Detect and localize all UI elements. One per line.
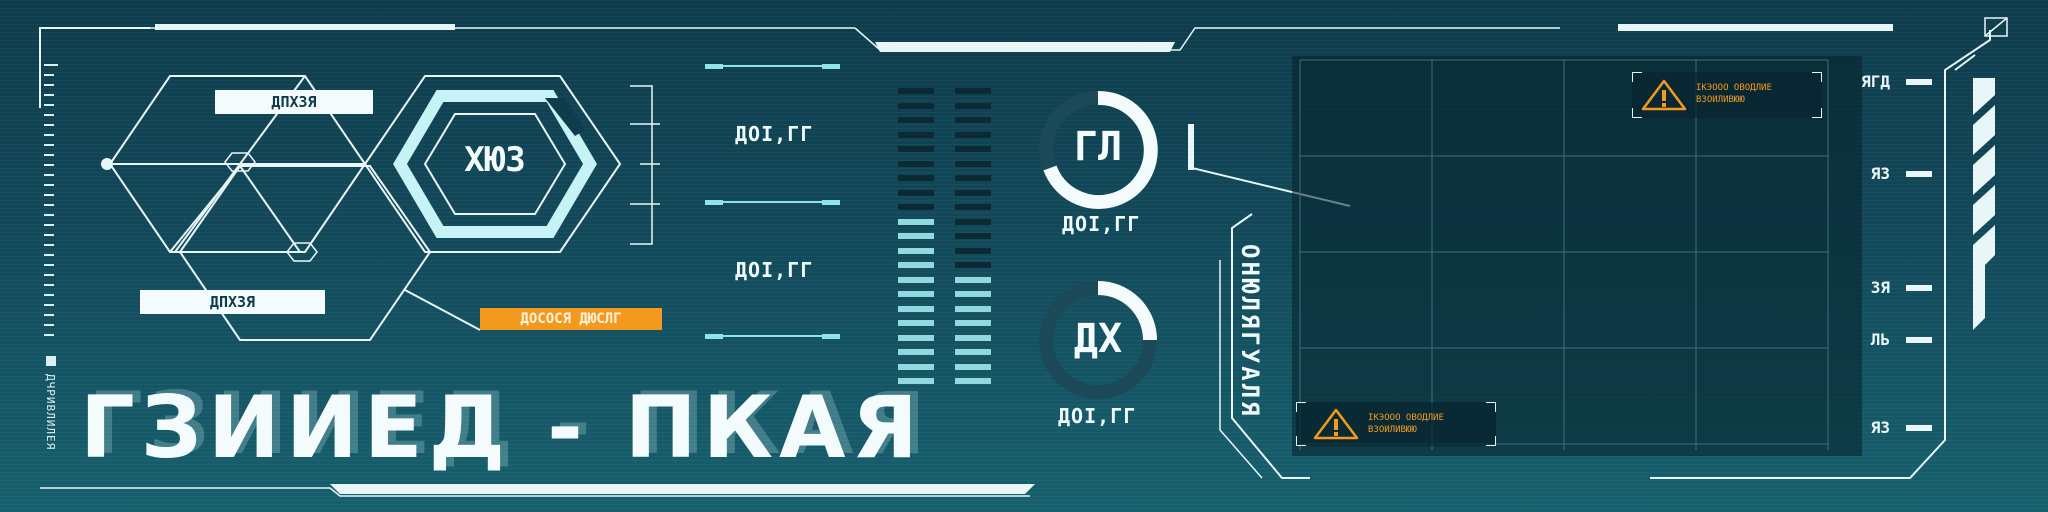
bar-segment: [955, 320, 991, 326]
bar-segment: [898, 247, 934, 254]
ring1-value: ГЛ: [1073, 124, 1123, 170]
bar-segment: [898, 334, 934, 341]
warning-line1: ІКЭООО ОВОДЛИЕ: [1696, 83, 1772, 93]
bar-segment: [955, 262, 991, 268]
bar-segment: [955, 378, 991, 384]
bar-segment: [955, 276, 991, 283]
scale-label-1: ЯГД: [1861, 72, 1890, 91]
ring2-value: ДХ: [1073, 316, 1123, 362]
bar-segment: [955, 102, 991, 109]
bar-segment: [898, 363, 934, 370]
bar-segment: [898, 146, 934, 152]
right-vertical-label: ОНЮЛЯГУАЛЯ: [1236, 244, 1264, 419]
ring2-caption: ДОІ,ГГ: [1058, 404, 1137, 428]
bar-segment: [955, 117, 991, 123]
bar-segment: [955, 175, 991, 181]
scale-tick: [1906, 171, 1932, 177]
readout-2: ДОІ,ГГ: [735, 258, 814, 282]
scale-tick: [1906, 285, 1932, 291]
bar-segment: [898, 305, 934, 312]
bar-segment: [955, 131, 991, 138]
bar-segment: [898, 320, 934, 326]
bar-segment: [955, 218, 991, 225]
warning-box-bottom[interactable]: ІКЭООО ОВОДЛИЕ ВЗОИЛИВЮЮ: [1296, 402, 1496, 446]
bar-segment: [955, 305, 991, 312]
bar-segment: [898, 88, 934, 94]
hex-tag-top: ДПХЗЯ: [215, 90, 373, 114]
warning-triangle-icon: [1313, 408, 1359, 440]
scale-label-2: ЯЗ: [1870, 164, 1890, 183]
bar-segment: [898, 204, 934, 210]
bar-segment: [955, 291, 991, 297]
warning-line1: ІКЭООО ОВОДЛИЕ: [1368, 413, 1444, 423]
bar-segment: [898, 291, 934, 297]
scale-label-5: ЯЗ: [1870, 418, 1890, 437]
bar-segment: [898, 131, 934, 138]
scale-label-4: ЛЬ: [1870, 330, 1890, 349]
main-title: ГЗИИЕД - ПКАЯ: [80, 378, 924, 478]
readout-1: ДОІ,ГГ: [735, 122, 814, 146]
warning-triangle-icon: [1641, 79, 1687, 111]
bar-segment: [898, 175, 934, 181]
bar-segment: [898, 262, 934, 268]
bar-segment: [898, 160, 934, 167]
hex-center-label: ХЮЗ: [464, 140, 526, 180]
left-vertical-code: ДЧРИВЛИЛЕЯ: [44, 374, 57, 451]
bar-segment: [898, 117, 934, 123]
warning-box-top[interactable]: ІКЭООО ОВОДЛИЕ ВЗОИЛИВЮЮ: [1632, 72, 1822, 118]
hex-tag-bottom: ДПХЗЯ: [140, 290, 325, 314]
bar-segment: [955, 88, 991, 94]
ring1-caption: ДОІ,ГГ: [1062, 212, 1141, 236]
bar-segment: [898, 276, 934, 283]
bar-segment: [955, 189, 991, 196]
scale-tick: [1906, 337, 1932, 343]
bar-segment: [955, 233, 991, 239]
scale-label-3: ЗЯ: [1870, 278, 1890, 297]
bar-segment: [955, 349, 991, 355]
bar-segment: [955, 363, 991, 370]
orange-status-tag[interactable]: ДОСОСЯ ДЮСЛГ: [480, 308, 662, 330]
bar-segment: [955, 160, 991, 167]
warning-line2: ВЗОИЛИВЮЮ: [1368, 425, 1417, 435]
scale-tick: [1906, 79, 1932, 85]
warning-line2: ВЗОИЛИВЮЮ: [1696, 95, 1745, 105]
bar-segment: [955, 334, 991, 341]
bar-segment: [898, 349, 934, 355]
bar-segment: [898, 233, 934, 239]
bar-segment: [898, 102, 934, 109]
bar-segment: [898, 218, 934, 225]
bar-segment: [898, 189, 934, 196]
bar-segment: [955, 146, 991, 152]
scale-tick: [1906, 425, 1932, 431]
bar-segment: [955, 247, 991, 254]
bar-segment: [955, 204, 991, 210]
